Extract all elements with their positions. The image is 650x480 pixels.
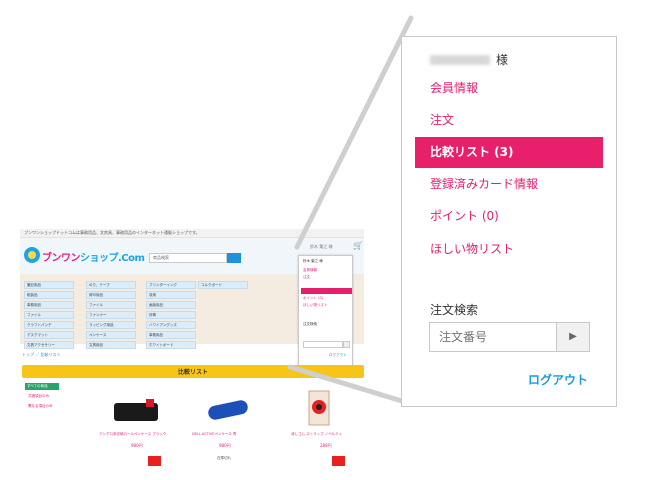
site-top-bar: ブンワンショップドットコムは事務用品、文房具、事務用品のインターネット通販ショッ… bbox=[20, 229, 364, 238]
category-item[interactable]: ファイル bbox=[86, 301, 136, 309]
product-name-2[interactable]: DELL ACTIVEペンケース 青 bbox=[192, 432, 236, 437]
order-search-button[interactable]: ▶ bbox=[557, 322, 590, 352]
category-item[interactable]: コルクボード bbox=[198, 281, 248, 289]
compare-title: 比較リスト bbox=[177, 369, 208, 376]
menu-member-info[interactable]: 会員情報 bbox=[430, 80, 478, 96]
category-item[interactable]: ファンナー bbox=[86, 311, 136, 319]
sun-logo-icon bbox=[24, 247, 40, 263]
category-item[interactable]: 封筒 bbox=[146, 311, 196, 319]
product-price-3: 288円 bbox=[320, 443, 332, 448]
add-to-cart-button-1[interactable] bbox=[148, 456, 161, 466]
category-item[interactable]: ペンケース bbox=[86, 331, 136, 339]
user-greeting: 様 bbox=[430, 49, 509, 67]
thumbnail-dropdown-item[interactable]: 会員情報 bbox=[303, 268, 317, 273]
category-item[interactable]: 筆記用品 bbox=[24, 281, 74, 289]
site-search-input[interactable]: 商品検索 bbox=[149, 253, 227, 263]
category-item[interactable]: ホワイトボード bbox=[146, 341, 196, 349]
product-image-eraser[interactable] bbox=[303, 389, 335, 427]
product-image-pencase-black[interactable] bbox=[112, 397, 162, 427]
user-name-blurred bbox=[430, 54, 490, 65]
category-item[interactable]: 収納 bbox=[146, 291, 196, 299]
order-search-label: 注文検索 bbox=[430, 303, 479, 317]
common-items-link[interactable]: 共通項目のみ bbox=[28, 394, 49, 399]
logo-text-a: ブンワン bbox=[42, 253, 81, 264]
product-price-2: 980円 bbox=[219, 443, 231, 448]
category-item[interactable]: 文具アクセサリー bbox=[24, 341, 74, 349]
menu-points[interactable]: ポイント (0) bbox=[430, 208, 499, 224]
thumbnail-dropdown: 鈴木 葉之 様会員情報注文比較リスト (3) 登録済みカード情報 ポイント (0) ほ… bbox=[298, 255, 353, 367]
product-stock-2: 在庫切れ bbox=[217, 456, 231, 460]
thumbnail-order-input[interactable] bbox=[303, 341, 343, 348]
site-logo[interactable]: ブンワンショップ.Com bbox=[24, 241, 145, 269]
category-item[interactable]: 事務用品 bbox=[24, 301, 74, 309]
site-search-placeholder: 商品検索 bbox=[153, 255, 169, 260]
logo-text-b: ショップ.Com bbox=[80, 253, 145, 264]
category-item[interactable]: プリンターインク bbox=[146, 281, 196, 289]
site-user-name[interactable]: 鈴木 葉之 様 bbox=[310, 244, 333, 250]
category-item[interactable]: 事務用品 bbox=[146, 331, 196, 339]
category-item[interactable]: デスクマット bbox=[24, 331, 74, 339]
category-item[interactable]: ファイル bbox=[24, 311, 74, 319]
thumbnail-order-button[interactable] bbox=[343, 341, 350, 348]
user-honorific: 様 bbox=[496, 53, 509, 67]
thumbnail-dropdown-item[interactable]: 登録済みカード情報 bbox=[303, 289, 335, 294]
category-item[interactable]: 文具用品 bbox=[86, 341, 136, 349]
thumbnail-dropdown-item[interactable]: 注文 bbox=[303, 275, 310, 280]
thumbnail-dropdown-item[interactable]: 比較リスト (3) bbox=[303, 282, 327, 287]
cart-icon[interactable]: 🛒 bbox=[353, 241, 363, 250]
category-item[interactable]: ハワイアングッズ bbox=[146, 321, 196, 329]
category-item[interactable]: 画版用品 bbox=[146, 301, 196, 309]
add-to-cart-button-3[interactable] bbox=[332, 456, 345, 466]
site-thumbnail: ブンワンショップドットコムは事務用品、文房具、事務用品のインターネット通販ショッ… bbox=[20, 229, 364, 479]
all-products-tag[interactable]: すべての商品 bbox=[25, 383, 59, 390]
thumbnail-dropdown-item[interactable]: 鈴木 葉之 様 bbox=[303, 259, 323, 264]
category-item[interactable]: ラッピング用品 bbox=[86, 321, 136, 329]
product-image-pencase-blue[interactable] bbox=[204, 395, 252, 427]
play-arrow-icon: ▶ bbox=[569, 331, 577, 342]
order-number-input[interactable] bbox=[429, 322, 557, 352]
menu-wishlist[interactable]: ほしい物リスト bbox=[430, 241, 514, 257]
menu-compare-list[interactable]: 比較リスト (3) bbox=[415, 137, 603, 168]
category-item[interactable]: 荷印用品 bbox=[86, 291, 136, 299]
menu-orders[interactable]: 注文 bbox=[430, 112, 454, 128]
category-item[interactable]: 紙製品 bbox=[24, 291, 74, 299]
product-price-1: 980円 bbox=[131, 443, 143, 448]
category-item[interactable]: のり、テープ bbox=[86, 281, 136, 289]
product-name-1[interactable]: アングロ多収納ロールペンケース ブラック bbox=[99, 432, 166, 437]
thumbnail-dropdown-item[interactable]: ほしい物リスト bbox=[303, 303, 328, 308]
diff-items-link[interactable]: 異なる項目のみ bbox=[28, 404, 53, 409]
logout-link[interactable]: ログアウト bbox=[528, 371, 588, 388]
site-top-text: ブンワンショップドットコムは事務用品、文房具、事務用品のインターネット通販ショッ… bbox=[24, 230, 200, 235]
thumbnail-dropdown-item[interactable]: ログアウト bbox=[329, 353, 347, 358]
thumbnail-dropdown-item[interactable]: ポイント (0) bbox=[303, 296, 323, 301]
product-name-3[interactable]: 消しゴム ストラップ ノベルティ bbox=[291, 432, 342, 437]
site-search-button[interactable] bbox=[227, 253, 241, 263]
thumbnail-dropdown-item[interactable]: 注文検索 bbox=[303, 322, 317, 327]
compare-title-bar: 比較リスト bbox=[22, 365, 364, 378]
menu-registered-cards[interactable]: 登録済みカード情報 bbox=[430, 176, 538, 192]
account-dropdown-panel: 様 会員情報 注文 比較リスト (3) 登録済みカード情報 ポイント (0) ほ… bbox=[401, 36, 617, 407]
breadcrumb[interactable]: トップ ／ 比較リスト bbox=[22, 352, 61, 358]
category-item[interactable]: クラフトパンチ bbox=[24, 321, 74, 329]
